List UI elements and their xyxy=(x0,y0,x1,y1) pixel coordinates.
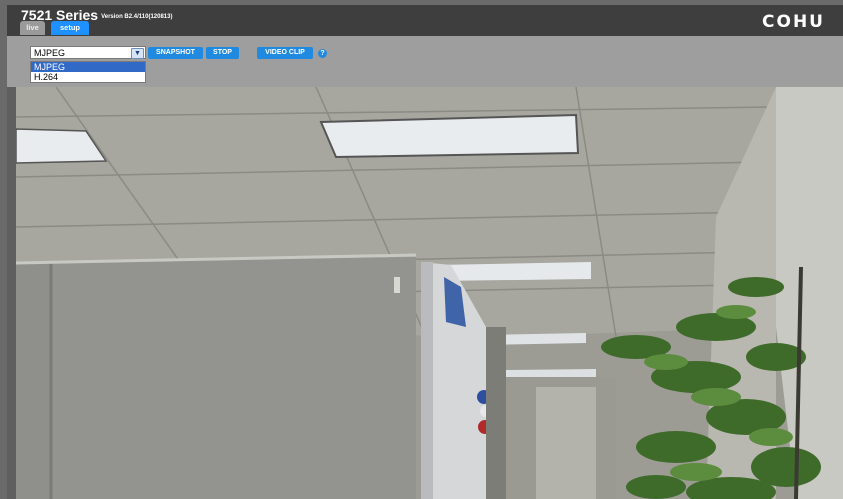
dropdown-option-mjpeg[interactable]: MJPEG xyxy=(31,62,145,72)
dropdown-option-h264[interactable]: H.264 xyxy=(31,72,145,82)
camera-web-viewer: 7521 Series Version B2.4/110(120813) live… xyxy=(0,0,843,499)
toolbar: MJPEG ▼ MJPEG H.264 SNAPSHOT STOP VIDEO … xyxy=(7,36,843,87)
cohu-logo: COHU xyxy=(762,12,825,32)
header-bar: 7521 Series Version B2.4/110(120813) live… xyxy=(7,5,843,36)
video-clip-button[interactable]: VIDEO CLIP xyxy=(257,47,313,59)
video-left-border xyxy=(7,87,16,499)
chevron-down-icon[interactable]: ▼ xyxy=(131,48,144,59)
snapshot-button[interactable]: SNAPSHOT xyxy=(148,47,203,59)
help-icon[interactable]: ? xyxy=(318,49,327,58)
live-video-feed xyxy=(16,87,843,499)
stop-button[interactable]: STOP xyxy=(206,47,239,59)
version-text: Version B2.4/110(120813) xyxy=(101,14,173,20)
tab-live[interactable]: live xyxy=(20,21,45,35)
stream-format-value: MJPEG xyxy=(34,48,66,58)
camera-scene-image xyxy=(16,87,843,499)
stream-format-select[interactable]: MJPEG ▼ xyxy=(30,46,146,59)
stream-format-dropdown: MJPEG H.264 xyxy=(30,61,146,83)
tab-setup[interactable]: setup xyxy=(51,21,89,35)
